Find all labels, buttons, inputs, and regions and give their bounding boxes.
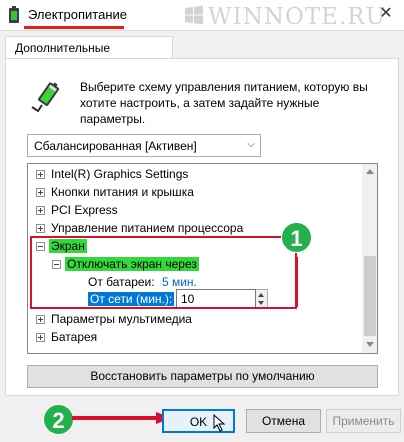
plugged-in-row[interactable]: От сети (мин.): — [88, 290, 175, 308]
mouse-cursor-icon — [213, 414, 226, 432]
battery-icon — [31, 82, 60, 113]
tree-item-label: PCI Express — [51, 203, 118, 217]
step-2-badge: 2 — [43, 404, 74, 435]
tree-item-battery[interactable]: Батарея — [36, 328, 97, 346]
expand-icon[interactable] — [36, 170, 45, 179]
minutes-spinner[interactable] — [256, 289, 268, 308]
tree-item-label: Intel(R) Graphics Settings — [51, 167, 189, 181]
on-battery-value[interactable]: 5 мин. — [162, 275, 197, 289]
collapse-icon[interactable] — [52, 260, 61, 269]
watermark: WINNOTE.RU — [208, 4, 386, 30]
close-button[interactable]: ✕ — [372, 2, 400, 26]
windows-logo-icon — [185, 5, 203, 25]
cancel-button[interactable]: Отмена — [246, 409, 321, 433]
annotation-connector — [296, 257, 298, 307]
tree-item-multimedia[interactable]: Параметры мультимедиа — [36, 310, 192, 328]
power-plan-select[interactable]: Сбалансированная [Активен] ⌵ — [27, 134, 261, 157]
tree-item-label: Кнопки питания и крышка — [51, 185, 194, 199]
spin-down-icon[interactable] — [258, 301, 264, 305]
step-1-badge: 1 — [281, 222, 312, 253]
description-text: Выберите схему управления питанием, кото… — [80, 80, 368, 126]
expand-icon[interactable] — [36, 333, 45, 342]
tree-scrollbar[interactable] — [362, 164, 377, 353]
expand-icon[interactable] — [36, 315, 45, 324]
tree-item-processor-power[interactable]: Управление питанием процессора — [36, 219, 243, 237]
settings-tree[interactable]: Intel(R) Graphics Settings Кнопки питани… — [27, 163, 378, 354]
apply-button[interactable]: Применить — [326, 409, 401, 433]
tree-item-turn-off-display[interactable]: Отключать экран через — [52, 255, 199, 273]
expand-icon[interactable] — [36, 224, 45, 233]
title-bar: Электропитание WINNOTE.RU ✕ — [0, 0, 404, 31]
tree-item-display[interactable]: Экран — [36, 237, 87, 255]
plugged-in-minutes-input[interactable]: 10 — [176, 289, 256, 308]
tree-item-label: Экран — [49, 239, 87, 253]
plugged-in-label: От сети (мин.): — [88, 292, 175, 306]
title-underline — [24, 26, 124, 29]
power-plan-value: Сбалансированная [Активен] — [34, 139, 197, 153]
tree-item-label: Параметры мультимедиа — [51, 312, 192, 326]
window-title: Электропитание — [28, 7, 127, 22]
spin-up-icon[interactable] — [258, 293, 264, 297]
annotation-arrow-icon — [72, 412, 172, 424]
scroll-thumb[interactable] — [364, 256, 376, 336]
tree-item-label: Управление питанием процессора — [51, 221, 244, 235]
tab-advanced-settings[interactable]: Дополнительные параметры — [5, 36, 173, 69]
tree-item-pci-express[interactable]: PCI Express — [36, 201, 118, 219]
scroll-down-icon[interactable] — [366, 342, 374, 347]
tree-item-intel-graphics[interactable]: Intel(R) Graphics Settings — [36, 165, 188, 183]
chevron-down-icon: ⌵ — [247, 139, 255, 150]
tree-item-label: Отключать экран через — [65, 257, 199, 271]
restore-defaults-button[interactable]: Восстановить параметры по умолчанию — [27, 365, 378, 388]
power-options-icon — [9, 6, 19, 23]
on-battery-label: От батареи: — [88, 275, 155, 289]
tree-item-label: Батарея — [51, 330, 98, 344]
scroll-up-icon[interactable] — [366, 169, 374, 174]
tree-item-power-buttons[interactable]: Кнопки питания и крышка — [36, 183, 194, 201]
collapse-icon[interactable] — [36, 242, 45, 251]
expand-icon[interactable] — [36, 206, 45, 215]
expand-icon[interactable] — [36, 188, 45, 197]
